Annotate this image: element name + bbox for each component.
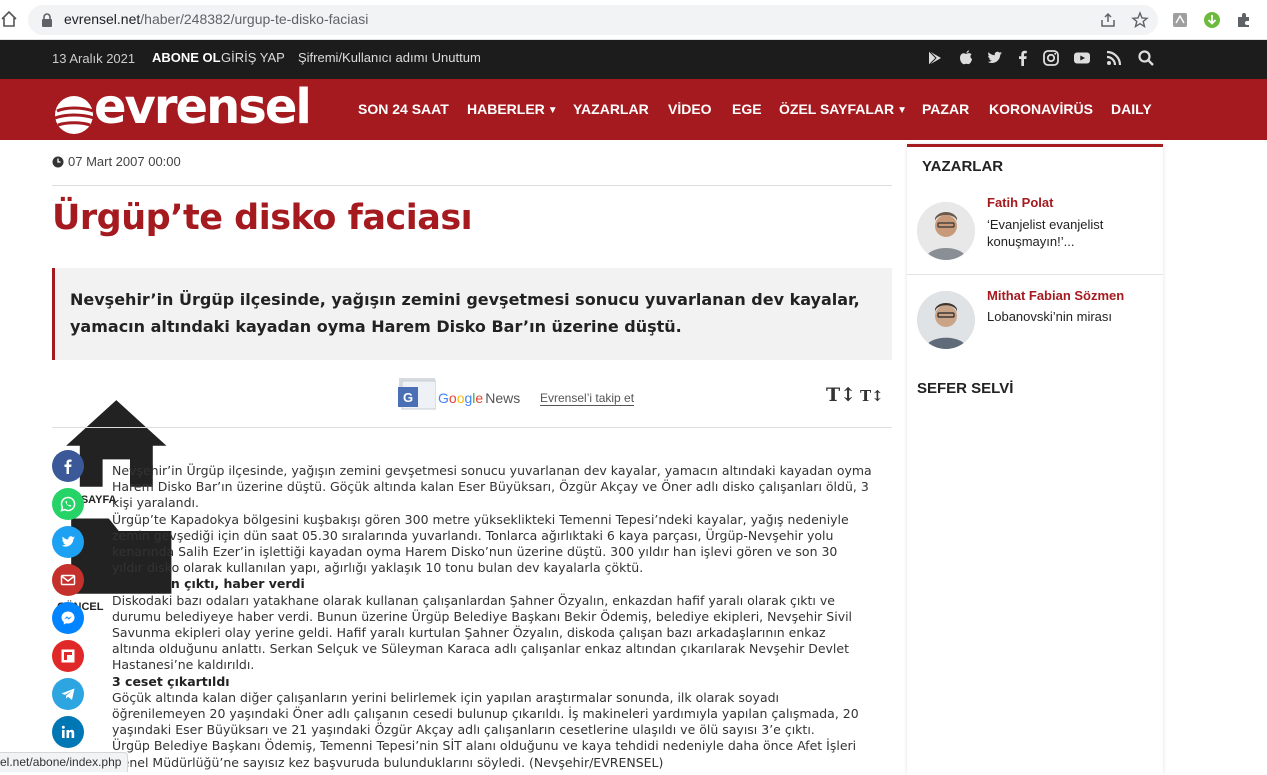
google-news-follow-button[interactable]: G Google News Evrensel’i takip et (398, 377, 638, 411)
google-play-icon[interactable] (926, 49, 944, 67)
url-host: evrensel.net (64, 11, 141, 27)
nav-ege[interactable]: EGE (732, 101, 762, 117)
google-news-follow-text: Evrensel’i takip et (540, 391, 635, 406)
nav-haberler-label: HABERLER (467, 101, 545, 117)
share-telegram-button[interactable] (52, 678, 84, 710)
article-datetime: 07 Mart 2007 00:00 (52, 154, 181, 169)
browser-address-bar: evrensel.net/haber/248382/urgup-te-disko… (0, 0, 1267, 40)
share-flipboard-button[interactable] (52, 640, 84, 672)
share-whatsapp-button[interactable] (52, 488, 84, 520)
article-summary-line-2: yamacın altındaki kayadan oyma Harem Dis… (70, 317, 682, 336)
top-utility-bar: 13 Aralık 2021 ABONE OL GİRİŞ YAP Şifrem… (0, 40, 1267, 79)
article-paragraph: Ürgüp Belediye Başkanı Ödemiş, Temenni T… (112, 738, 857, 770)
logo-wordmark: evrensel (94, 79, 312, 135)
main-navigation: evrensel SON 24 SAAT HABERLER ▼ YAZARLAR … (0, 79, 1267, 140)
whatsapp-icon (60, 496, 76, 512)
instagram-icon[interactable] (1042, 49, 1060, 67)
article-paragraph: Göçük altında kalan diğer çalışanların y… (112, 689, 859, 738)
nav-video[interactable]: VİDEO (668, 101, 712, 117)
download-extension-icon[interactable] (1203, 11, 1221, 29)
facebook-icon (64, 459, 72, 474)
bookmark-star-icon[interactable] (1131, 11, 1149, 29)
font-size-decrease-button[interactable]: T↕ (860, 387, 884, 405)
home-icon[interactable] (0, 10, 18, 28)
author-photo-icon (917, 291, 975, 349)
apple-icon[interactable] (957, 49, 975, 67)
nav-ozel-sayfalar-label: ÖZEL SAYFALAR (779, 101, 895, 117)
author-name[interactable]: Mithat Fabian Sözmen (987, 288, 1124, 303)
nav-pazar[interactable]: PAZAR (922, 101, 969, 117)
nav-yazarlar[interactable]: YAZARLAR (573, 101, 649, 117)
nav-ozel-sayfalar[interactable]: ÖZEL SAYFALAR ▼ (779, 101, 907, 117)
extensions-puzzle-icon[interactable] (1235, 11, 1253, 29)
telegram-icon (61, 688, 75, 700)
globe-logo-icon (54, 96, 95, 134)
messenger-icon (61, 611, 75, 625)
font-size-increase-button[interactable]: T↕ (826, 384, 856, 406)
share-facebook-button[interactable] (52, 450, 84, 482)
site-logo[interactable]: evrensel (52, 79, 312, 137)
google-news-icon: G (398, 378, 436, 410)
linkedin-icon (61, 725, 75, 738)
article-title: Ürgüp’te disko faciası (52, 198, 473, 238)
author-avatar[interactable] (917, 291, 975, 349)
share-messenger-button[interactable] (52, 602, 84, 634)
author-name[interactable]: Fatih Polat (987, 195, 1053, 210)
email-icon (60, 574, 76, 586)
article-datetime-text: 07 Mart 2007 00:00 (68, 154, 181, 169)
flipboard-icon (61, 649, 75, 663)
subscribe-link[interactable]: ABONE OL (152, 50, 221, 65)
author-article-title[interactable]: ‘Evanjelist evanjelist konuşmayın!’... (987, 216, 1152, 250)
divider (52, 427, 892, 428)
share-page-icon[interactable] (1099, 11, 1117, 29)
twitter-icon[interactable] (986, 49, 1004, 67)
nav-haberler[interactable]: HABERLER ▼ (467, 101, 558, 117)
login-link[interactable]: GİRİŞ YAP (221, 50, 285, 65)
share-email-button[interactable] (52, 564, 84, 596)
svg-text:G: G (403, 390, 413, 405)
article-body: Nevşehir’in Ürgüp ilçesinde, yağışın zem… (112, 463, 872, 771)
nav-daily[interactable]: DAILY (1111, 101, 1152, 117)
author-photo-icon (917, 202, 975, 260)
facebook-icon[interactable] (1014, 49, 1032, 67)
author-article-title[interactable]: Lobanovski’nin mirası (987, 308, 1152, 325)
chevron-down-icon: ▼ (897, 105, 908, 116)
pdf-extension-icon[interactable] (1171, 11, 1189, 29)
nav-koronavirus[interactable]: KORONAVİRÜS (989, 101, 1093, 117)
share-linkedin-button[interactable] (52, 716, 84, 748)
browser-status-bar: el.net/abone/index.php (0, 752, 129, 772)
lock-icon[interactable] (40, 12, 54, 28)
article-subheading: Enkazdan çıktı, haber verdi (112, 576, 305, 592)
article-summary-line-1: Nevşehir’in Ürgüp ilçesinde, yağışın zem… (70, 290, 860, 309)
share-twitter-button[interactable] (52, 526, 84, 558)
chevron-down-icon: ▼ (547, 105, 558, 116)
rss-icon[interactable] (1105, 49, 1123, 67)
author-name[interactable]: SEFER SELVİ (917, 380, 1013, 397)
youtube-icon[interactable] (1073, 49, 1091, 67)
article-paragraph: Ürgüp’te Kapadokya bölgesini kuşbakışı g… (112, 511, 849, 576)
divider (907, 274, 1163, 275)
url-text[interactable]: evrensel.net/haber/248382/urgup-te-disko… (64, 11, 368, 27)
google-news-word: News (485, 390, 521, 406)
forgot-password-link[interactable]: Şifremi/Kullanıcı adımı Unuttum (298, 50, 481, 65)
authors-sidebar: YAZARLAR Fatih Polat ‘Evanjelist evanjel… (907, 144, 1163, 775)
google-news-logo: Google News (438, 390, 521, 406)
nav-son-24-saat[interactable]: SON 24 SAAT (358, 101, 449, 117)
clock-icon (52, 156, 64, 168)
article-paragraph: Diskodaki bazı odaları yatakhane olarak … (112, 592, 853, 673)
search-icon[interactable] (1137, 49, 1155, 67)
current-date: 13 Aralık 2021 (52, 51, 136, 66)
author-avatar[interactable] (917, 202, 975, 260)
article-paragraph: Nevşehir’in Ürgüp ilçesinde, yağışın zem… (112, 463, 872, 511)
twitter-icon (61, 536, 75, 547)
sidebar-heading: YAZARLAR (922, 158, 1004, 175)
article-subheading: 3 ceset çıkartıldı (112, 673, 230, 689)
divider (52, 185, 892, 186)
url-path: /haber/248382/urgup-te-disko-faciasi (140, 11, 369, 27)
article-summary: Nevşehir’in Ürgüp ilçesinde, yağışın zem… (52, 268, 892, 360)
